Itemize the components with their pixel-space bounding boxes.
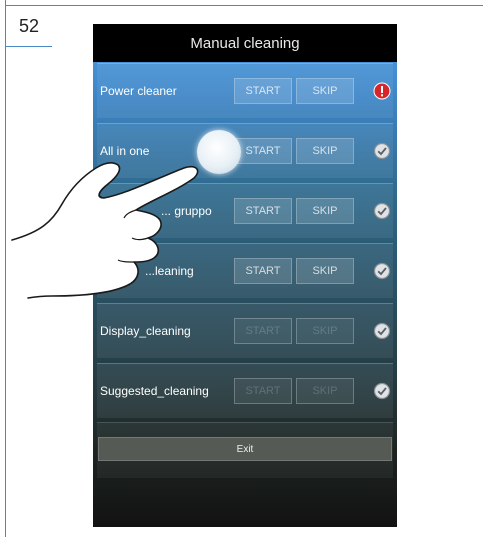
row-label: ...leaning	[145, 264, 194, 278]
touch-indicator	[197, 130, 241, 174]
check-circle-icon	[373, 322, 391, 340]
cleaning-row-gruppo: ... gruppo START SKIP	[97, 183, 393, 238]
skip-button[interactable]: SKIP	[296, 378, 354, 404]
row-label: ... gruppo	[161, 204, 212, 218]
start-button[interactable]: START	[234, 78, 292, 104]
skip-button[interactable]: SKIP	[296, 318, 354, 344]
row-label: Display_cleaning	[100, 324, 191, 338]
skip-button[interactable]: SKIP	[296, 258, 354, 284]
start-button[interactable]: START	[234, 258, 292, 284]
row-label: All in one	[100, 144, 150, 158]
device-screen: Manual cleaning Power cleaner START SKIP…	[93, 24, 397, 527]
cleaning-row-suggested-cleaning: Suggested_cleaning START SKIP	[97, 363, 393, 418]
skip-button[interactable]: SKIP	[296, 138, 354, 164]
cleaning-row-cleaning: ...leaning START SKIP	[97, 243, 393, 298]
row-label: Suggested_cleaning	[100, 384, 209, 398]
screen-title: Manual cleaning	[93, 24, 397, 62]
exclamation-icon	[373, 82, 391, 100]
skip-button[interactable]: SKIP	[296, 198, 354, 224]
page-number-divider	[6, 46, 52, 47]
cleaning-row-all-in-one: All in one START SKIP	[97, 123, 393, 178]
start-button[interactable]: START	[234, 318, 292, 344]
check-circle-icon	[373, 202, 391, 220]
skip-button[interactable]: SKIP	[296, 78, 354, 104]
page-frame-top	[5, 5, 483, 6]
check-circle-icon	[373, 262, 391, 280]
start-button[interactable]: START	[234, 138, 292, 164]
check-circle-icon	[373, 142, 391, 160]
cleaning-row-display-cleaning: Display_cleaning START SKIP	[97, 303, 393, 358]
check-circle-icon	[373, 382, 391, 400]
cleaning-row-power-cleaner: Power cleaner START SKIP	[97, 63, 393, 118]
start-button[interactable]: START	[234, 198, 292, 224]
page-frame-left	[5, 0, 6, 537]
exit-button[interactable]: Exit	[98, 437, 392, 461]
row-label: Power cleaner	[100, 84, 177, 98]
page-number: 52	[18, 15, 40, 36]
start-button[interactable]: START	[234, 378, 292, 404]
